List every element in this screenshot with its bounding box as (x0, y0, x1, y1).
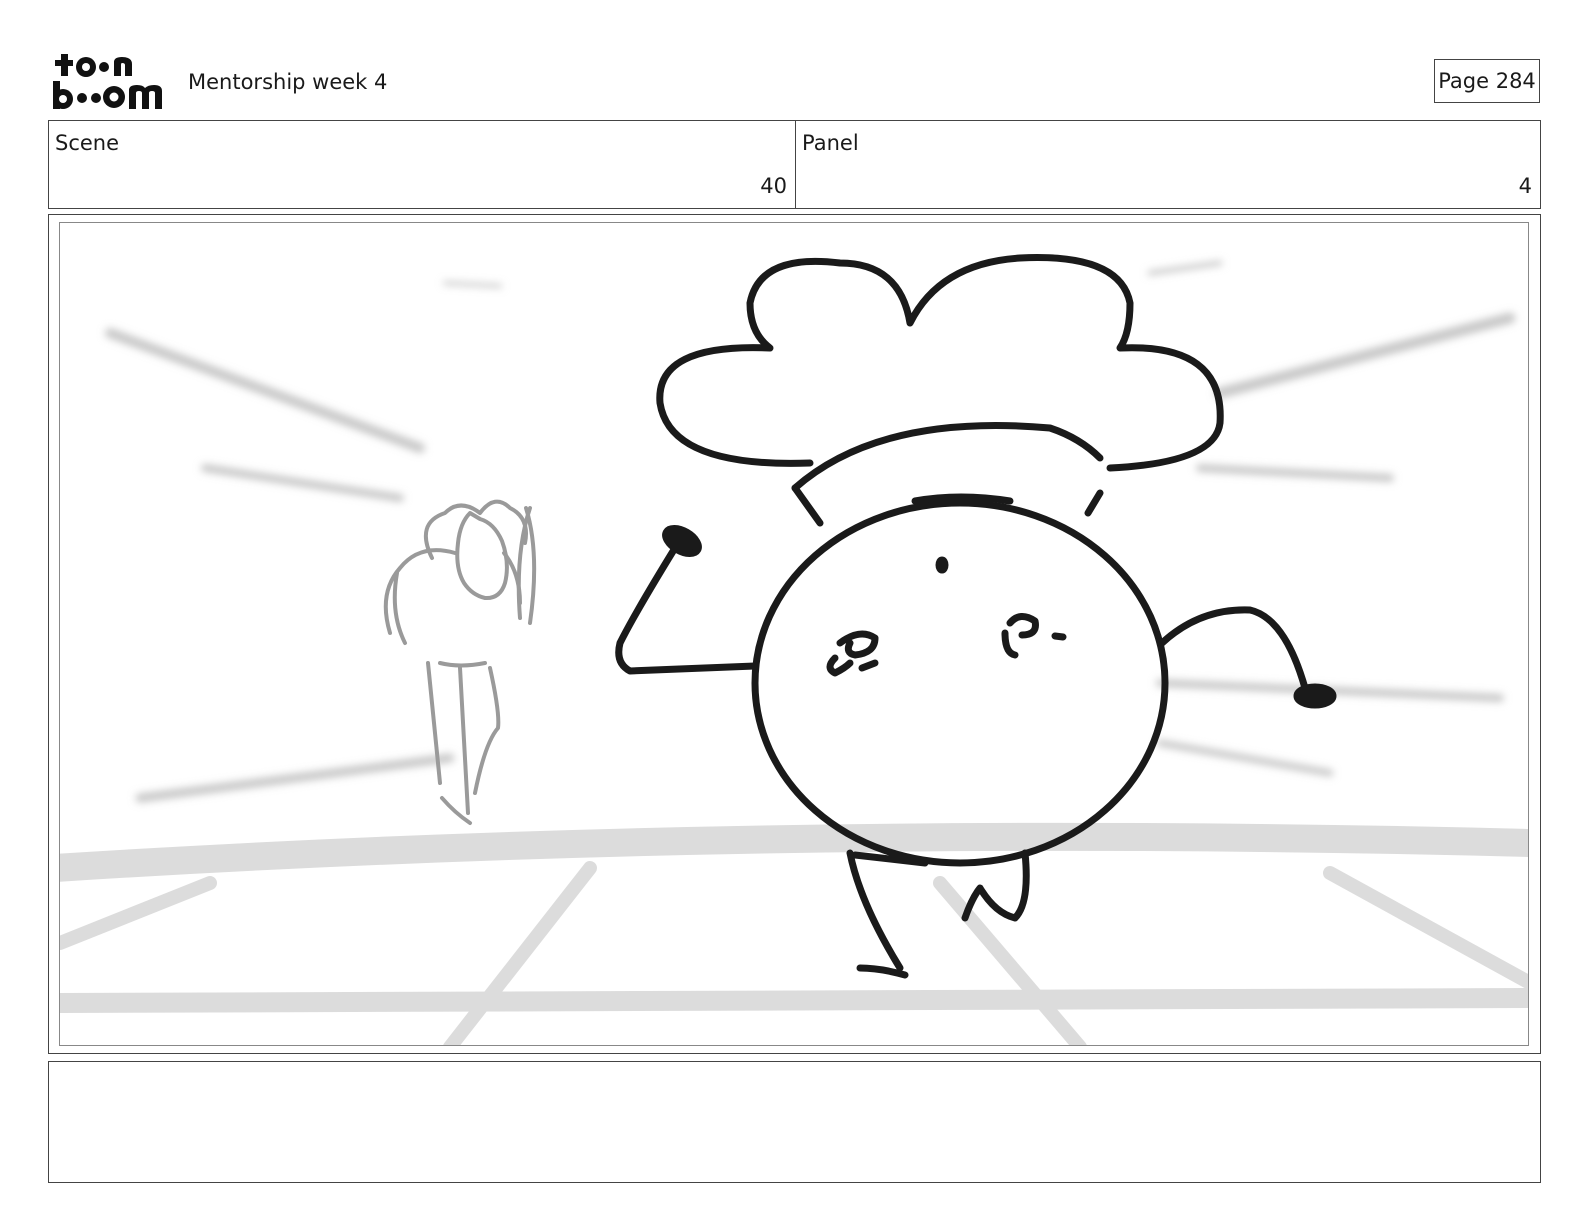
scene-panel-info: Scene 40 Panel 4 (48, 120, 1541, 209)
panel-image (59, 222, 1529, 1046)
page-number: Page 284 (1434, 59, 1540, 103)
speed-lines (105, 260, 1516, 803)
scene-number: 40 (760, 174, 787, 198)
scene-cell: Scene 40 (49, 121, 796, 208)
project-title: Mentorship week 4 (188, 70, 388, 94)
panel-number: 4 (1518, 174, 1532, 198)
storyboard-panel-frame (48, 214, 1541, 1054)
toon-boom-logo (53, 54, 162, 109)
background-character (383, 499, 537, 825)
panel-notes (48, 1061, 1541, 1183)
floor-grid (60, 822, 1528, 1045)
scene-label: Scene (55, 131, 120, 155)
chef-character (615, 254, 1337, 979)
panel-cell: Panel 4 (796, 121, 1540, 208)
storyboard-sketch (60, 254, 1528, 1045)
panel-label: Panel (802, 131, 859, 155)
